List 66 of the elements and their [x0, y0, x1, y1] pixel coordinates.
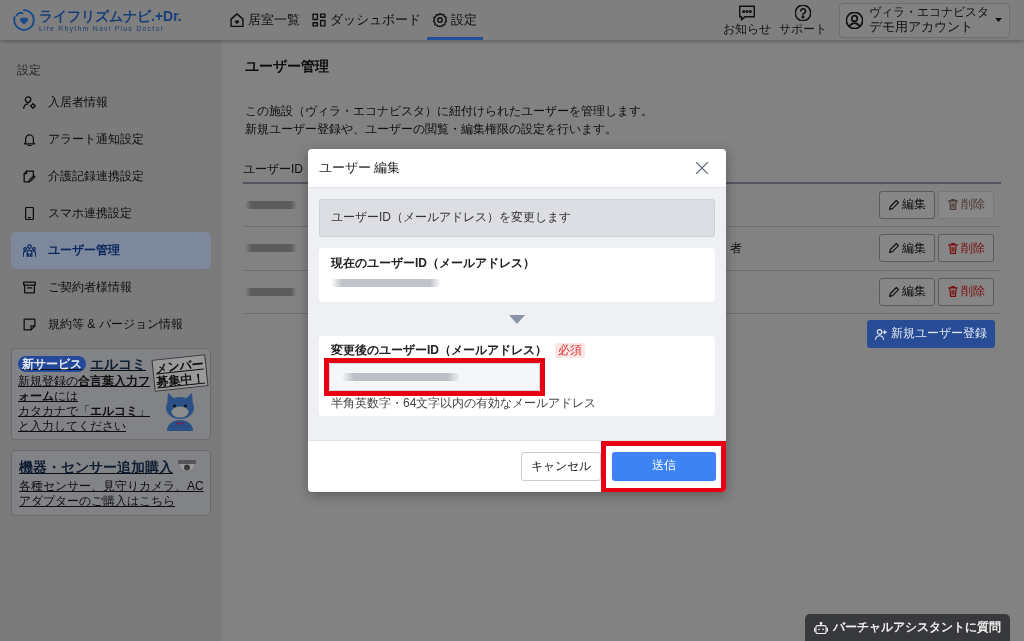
sidebar-item[interactable]: ユーザー管理 [11, 232, 211, 269]
edit-button[interactable]: 編集 [879, 277, 935, 306]
sidebar-item[interactable]: 介護記録連携設定 [11, 158, 211, 195]
field-label: 変更後のユーザーID（メールアドレス） [331, 343, 547, 358]
banner-title: エルコミ [90, 355, 146, 374]
down-triangle-icon [509, 314, 525, 324]
note-icon [23, 318, 36, 331]
description-text: 新規ユーザー登録や、ユーザーの閲覧・編集権限の設定を行います。 [245, 120, 618, 138]
nav-tab[interactable]: 設定 [427, 0, 483, 40]
close-button[interactable] [696, 162, 708, 174]
robot-icon [814, 621, 828, 634]
new-service-badge: 新サービス [18, 356, 86, 372]
help-icon [795, 4, 811, 21]
document-edit-icon [23, 170, 36, 183]
home-icon [230, 13, 244, 27]
assistant-button[interactable]: バーチャルアシスタントに質問 [805, 614, 1010, 641]
logo-text: ライフリズムナビ.+Dr. [39, 7, 182, 24]
chat-bubble-icon [739, 4, 755, 21]
sidebar-item[interactable]: スマホ連携設定 [11, 195, 211, 232]
close-icon [696, 162, 708, 174]
account-name: デモ用アカウント [869, 19, 974, 35]
nav-tab[interactable]: ダッシュボード [306, 0, 427, 40]
section-label: 設定 [16, 62, 41, 78]
banner-title: 機器・センサー追加購入 [19, 458, 173, 477]
page-title: ユーザー管理 [245, 57, 329, 75]
pencil-icon [888, 199, 899, 210]
dialog-title: ユーザー 編集 [319, 159, 401, 177]
delete-button[interactable]: 削除 [938, 277, 994, 306]
sidebar-item[interactable]: 入居者情報 [11, 84, 211, 121]
notification-button[interactable]: お知らせ [721, 4, 773, 36]
edit-button[interactable]: 編集 [879, 234, 935, 263]
add-user-button[interactable]: 新規ユーザー登録 [867, 320, 995, 349]
cancel-button[interactable]: キャンセル [521, 452, 601, 481]
account-menu[interactable]: ヴィラ・エコナビスタ デモ用アカウント [839, 2, 1010, 38]
field-hint: 半角英数字・64文字以内の有効なメールアドレス [330, 396, 598, 410]
sidebar-item[interactable]: ご契約者様情報 [11, 269, 211, 306]
user-plus-icon [875, 328, 887, 340]
trash-icon [947, 242, 958, 254]
smartphone-icon [23, 207, 36, 220]
description-text: この施設（ヴィラ・エコナビスタ）に紐付けられたユーザーを管理します。 [245, 102, 654, 120]
sidebar-item[interactable]: アラート通知設定 [11, 121, 211, 158]
trash-icon [947, 199, 958, 211]
table-cell: 者 [730, 240, 742, 255]
bell-icon [23, 133, 36, 146]
required-badge: 必須 [555, 343, 585, 358]
grid-icon [312, 13, 326, 27]
sidebar-item[interactable]: 規約等 & バージョン情報 [11, 306, 211, 343]
trash-icon [947, 286, 958, 298]
pencil-icon [888, 243, 899, 254]
field-label: 現在のユーザーID（メールアドレス） [331, 256, 536, 271]
user-icon [846, 11, 863, 29]
pencil-icon [888, 286, 899, 297]
delete-button[interactable]: 削除 [938, 234, 994, 263]
notice-message: ユーザーID（メールアドレス）を変更します [319, 199, 715, 237]
submit-button[interactable]: 送信 [612, 451, 716, 481]
gear-icon [433, 13, 447, 27]
column-header: ユーザーID [243, 161, 303, 178]
caret-icon [995, 18, 1002, 22]
edit-button[interactable]: 編集 [879, 190, 935, 219]
help-button[interactable]: サポート [777, 4, 829, 36]
facility-name: ヴィラ・エコナビスタ [869, 5, 989, 19]
user-gear-icon [23, 96, 36, 109]
logo-icon [12, 8, 36, 32]
archive-box-icon [23, 281, 36, 294]
people-icon [23, 244, 36, 257]
nav-tab[interactable]: 居室一覧 [224, 0, 306, 40]
